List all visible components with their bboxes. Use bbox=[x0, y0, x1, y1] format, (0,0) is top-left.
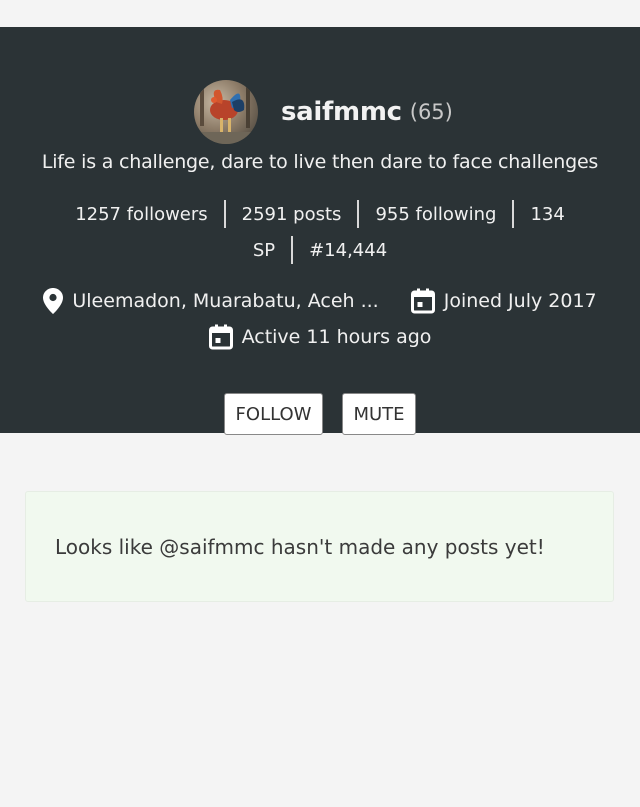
joined-date: Joined July 2017 bbox=[410, 288, 597, 314]
location: Uleemadon, Muarabatu, Aceh ... bbox=[43, 288, 379, 314]
rank: #14,444 bbox=[309, 239, 388, 261]
username[interactable]: saifmmc bbox=[281, 97, 402, 127]
following-count[interactable]: 955 following bbox=[375, 204, 496, 225]
follow-button[interactable]: FOLLOW bbox=[224, 393, 323, 435]
meta-row-active: Active 11 hours ago bbox=[0, 324, 640, 350]
divider bbox=[291, 236, 294, 264]
posts-count[interactable]: 2591 posts bbox=[242, 204, 342, 225]
rooster-icon bbox=[194, 84, 258, 144]
location-pin-icon bbox=[43, 288, 64, 314]
top-strip bbox=[0, 0, 640, 27]
location-text: Uleemadon, Muarabatu, Aceh ... bbox=[72, 290, 379, 312]
avatar[interactable] bbox=[194, 80, 258, 144]
joined-text: Joined July 2017 bbox=[443, 290, 597, 312]
profile-name-row: saifmmc (65) bbox=[194, 80, 453, 144]
action-buttons: FOLLOW MUTE bbox=[0, 393, 640, 435]
followers-count[interactable]: 1257 followers bbox=[75, 204, 207, 225]
divider bbox=[357, 200, 360, 228]
reputation-score: (65) bbox=[409, 100, 453, 124]
active-text: Active 11 hours ago bbox=[241, 326, 432, 348]
stats-row: 1257 followers 2591 posts 955 following … bbox=[0, 200, 640, 228]
calendar-icon bbox=[208, 324, 233, 350]
sp-unit: SP bbox=[252, 239, 276, 261]
calendar-icon bbox=[410, 288, 435, 314]
profile-header: saifmmc (65) Life is a challenge, dare t… bbox=[0, 27, 640, 435]
meta-row: Uleemadon, Muarabatu, Aceh ... Joined Ju… bbox=[0, 288, 640, 314]
divider bbox=[512, 200, 515, 228]
mute-button[interactable]: MUTE bbox=[342, 393, 416, 435]
stats-row-continued: SP #14,444 bbox=[0, 236, 640, 264]
last-active: Active 11 hours ago bbox=[208, 324, 432, 350]
profile-bio: Life is a challenge, dare to live then d… bbox=[41, 151, 599, 173]
empty-posts-message: Looks like @saifmmc hasn't made any post… bbox=[55, 534, 545, 559]
sp-value: 134 bbox=[530, 203, 565, 225]
empty-posts-notice: Looks like @saifmmc hasn't made any post… bbox=[25, 491, 614, 602]
divider bbox=[223, 200, 226, 228]
